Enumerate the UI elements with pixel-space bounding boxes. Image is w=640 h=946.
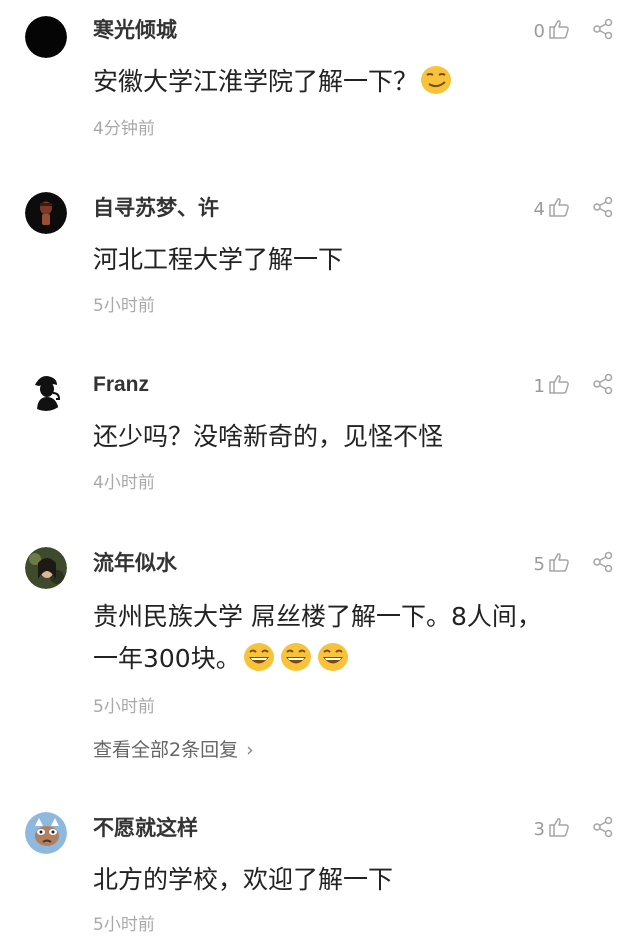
comment-timestamp: 5小时前 bbox=[93, 915, 155, 935]
comment-item: 不愿就这样 3 北方的学校，欢迎了解一下 5小时前 bbox=[0, 0, 640, 946]
comment-text: 北方的学校，欢迎了解一下 bbox=[93, 865, 394, 894]
share-button[interactable] bbox=[590, 816, 616, 842]
like-button[interactable]: 3 bbox=[534, 816, 570, 842]
comment-username[interactable]: 不愿就这样 bbox=[93, 815, 198, 841]
thumb-up-outline-icon bbox=[548, 817, 570, 842]
like-count: 3 bbox=[533, 818, 545, 840]
avatar[interactable] bbox=[25, 812, 67, 854]
share-icon bbox=[592, 816, 614, 842]
